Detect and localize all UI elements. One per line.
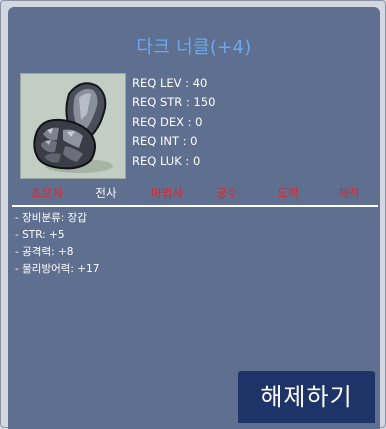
dark-knuckle-glove-icon — [33, 82, 113, 173]
job-warrior: 전사 — [95, 186, 117, 200]
job-magician: 마법사 — [151, 186, 183, 200]
job-thief: 도적 — [277, 186, 299, 200]
req-int: REQ INT : 0 — [132, 134, 198, 149]
requirements-list: REQ LEV : 40 REQ STR : 150 REQ DEX : 0 R… — [132, 74, 215, 171]
req-level: REQ LEV : 40 — [132, 76, 208, 90]
job-pirate: 해적 — [338, 186, 360, 200]
item-image-box — [20, 73, 126, 179]
section-divider — [12, 205, 378, 207]
stat-str: - STR: +5 — [15, 229, 65, 241]
req-dex: REQ DEX : 0 — [132, 114, 203, 129]
job-beginner: 초보자 — [31, 186, 63, 200]
release-button[interactable]: 해제하기 — [238, 371, 375, 423]
stat-equip-category: - 장비분류: 장갑 — [15, 212, 87, 224]
item-stats-list: - 장비분류: 장갑 - STR: +5 - 공격력: +8 - 물리방어력: … — [15, 210, 99, 278]
tooltip-frame: 다크 너클(+4) REQ LEV: 40 REQ STR: 150 REQ… — [0, 0, 386, 429]
stat-physical-defense: - 물리방어력: +17 — [15, 263, 100, 275]
item-title: 다크 너클(+4) — [136, 37, 252, 58]
req-str: REQ STR : 150 — [132, 95, 216, 110]
job-bowman: 궁수 — [216, 186, 238, 200]
job-class-row: 초보자 전사 마법사 궁수 도적 해적 — [8, 184, 380, 202]
item-tooltip-panel: 다크 너클(+4) REQ LEV: 40 REQ STR: 150 REQ… — [8, 7, 380, 429]
req-luk: REQ LUK : 0 — [132, 153, 201, 168]
stat-attack: - 공격력: +8 — [15, 246, 74, 258]
